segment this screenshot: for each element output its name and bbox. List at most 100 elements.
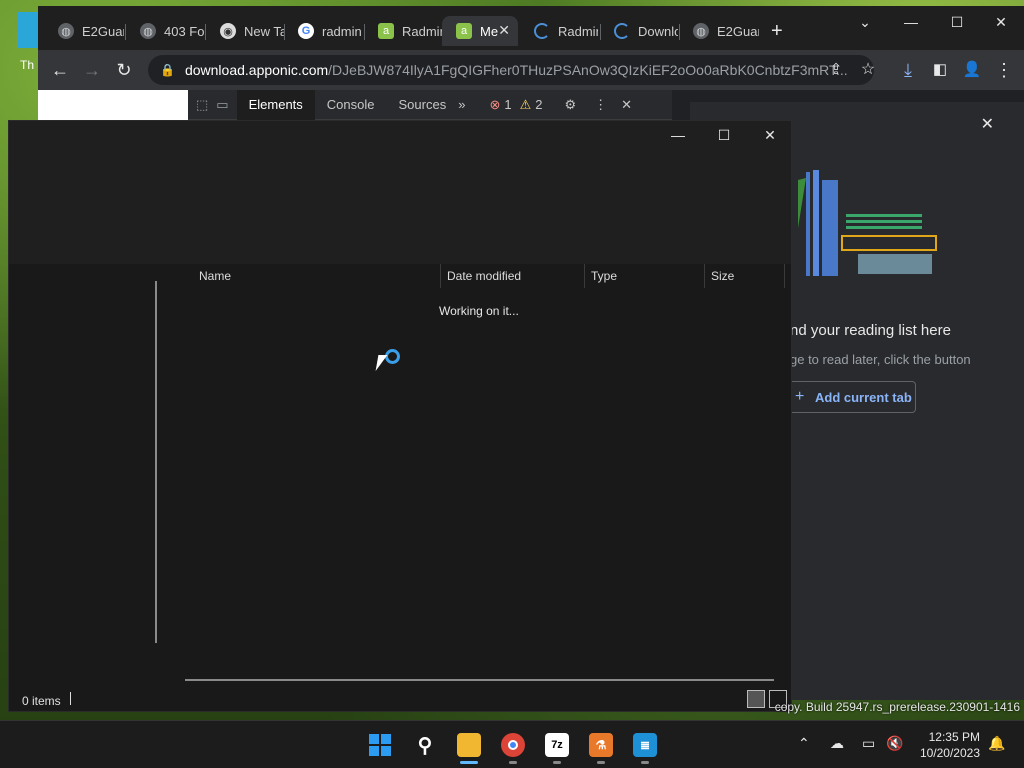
tab-label: E2Guar <box>717 23 759 39</box>
new-tab-button[interactable]: + <box>771 20 783 43</box>
column-size[interactable]: Size <box>711 269 734 283</box>
active-app-indicator <box>460 761 478 764</box>
clock[interactable]: 12:35 PM 10/20/2023 <box>920 729 980 761</box>
tab-7[interactable]: Radmin <box>520 16 598 46</box>
tab-search-chevron-icon[interactable]: ⌄ <box>842 14 888 31</box>
column-divider[interactable] <box>440 264 441 288</box>
navigation-pane[interactable] <box>9 264 167 686</box>
tab-2[interactable]: ◍ 403 For <box>126 16 204 46</box>
details-view-icon[interactable] <box>747 690 765 708</box>
file-explorer-icon[interactable] <box>457 733 481 757</box>
add-current-tab-button[interactable]: + Add current tab <box>780 381 916 413</box>
tab-1[interactable]: ◍ E2Guar <box>44 16 124 46</box>
tab-6-active[interactable]: a Me ✕ <box>442 16 518 46</box>
error-count[interactable]: 1 <box>504 97 511 112</box>
volume-muted-icon[interactable]: 🔇 <box>886 735 903 752</box>
search-icon[interactable]: ⚲ <box>413 733 437 757</box>
more-tabs-icon[interactable]: » <box>458 97 489 112</box>
column-name[interactable]: Name <box>199 269 231 283</box>
profile-icon[interactable]: 👤 <box>960 58 984 82</box>
status-bar: 0 items <box>9 686 791 711</box>
url-path: /DJeBJW874IlyA1FgQIGFher0THuzPSAnOw3QIzK… <box>328 62 848 78</box>
column-type[interactable]: Type <box>591 269 617 283</box>
desktop-icon[interactable] <box>18 12 38 48</box>
apponic-icon: a <box>456 23 472 39</box>
device-toggle-icon[interactable]: ▭ <box>216 97 236 113</box>
bookmark-star-icon[interactable]: ☆ <box>856 58 880 82</box>
add-current-tab-label: Add current tab <box>815 389 912 405</box>
tab-3[interactable]: ◉ New Ta <box>206 16 284 46</box>
running-app-indicator <box>597 761 605 764</box>
browser-toolbar: ← → ↻ 🔒 download.apponic.com /DJeBJW874I… <box>38 50 1024 90</box>
notification-bell-icon[interactable]: 🔔 <box>988 735 1005 752</box>
taskbar: ⚲ 7z ⚗ ≣ ⌃ ☁ ▭ 🔇 12:35 PM 10/20/2023 🔔 <box>0 720 1024 768</box>
tab-elements[interactable]: Elements <box>236 89 315 120</box>
tab-label: Downlo <box>638 23 678 39</box>
chrome-icon: ◉ <box>220 23 236 39</box>
tab-label: Me <box>480 23 499 39</box>
download-icon[interactable]: ⤓ <box>896 58 920 82</box>
column-date-modified[interactable]: Date modified <box>447 269 521 283</box>
minimize-button[interactable]: — <box>888 14 934 30</box>
show-hidden-icons-chevron-icon[interactable]: ⌃ <box>798 735 810 752</box>
url-host: download.apponic.com <box>184 62 329 78</box>
tab-label: Radmir <box>402 23 442 39</box>
tab-5[interactable]: a Radmir <box>364 16 442 46</box>
nav-pane-scrollbar[interactable] <box>155 281 157 643</box>
file-dialog: — ☐ ✕ Name Date modified Type Size Worki… <box>8 120 792 712</box>
dialog-close-button[interactable]: ✕ <box>747 127 793 144</box>
tab-console[interactable]: Console <box>315 90 387 120</box>
settings-gear-icon[interactable]: ⚙ <box>564 97 576 113</box>
forward-arrow-icon[interactable]: → <box>80 58 104 82</box>
tab-label: E2Guar <box>82 23 124 39</box>
devtools-menu-icon[interactable]: ⋮ <box>594 97 607 113</box>
dialog-maximize-button[interactable]: ☐ <box>701 127 747 144</box>
running-app-indicator <box>641 761 649 764</box>
globe-icon: ◍ <box>693 23 709 39</box>
flask-app-icon[interactable]: ⚗ <box>589 733 613 757</box>
horizontal-scrollbar[interactable] <box>185 679 774 681</box>
tab-strip: ◍ E2Guar ◍ 403 For ◉ New Ta G radmin a R… <box>38 6 1024 50</box>
warning-count[interactable]: 2 <box>535 97 542 112</box>
network-icon[interactable]: ▭ <box>862 735 875 752</box>
busy-spinner-icon <box>385 349 400 364</box>
desktop-icon-label: Th <box>20 58 35 72</box>
notepad-icon[interactable]: ≣ <box>633 733 657 757</box>
chrome-taskbar-icon[interactable] <box>501 733 525 757</box>
apponic-icon: a <box>378 23 394 39</box>
column-divider[interactable] <box>704 264 705 288</box>
dialog-minimize-button[interactable]: — <box>655 127 701 143</box>
tab-8[interactable]: Downlo <box>600 16 678 46</box>
share-icon[interactable]: ⇪ <box>824 58 848 82</box>
reload-icon[interactable]: ↻ <box>112 58 136 82</box>
inspect-element-icon[interactable]: ⬚ <box>188 97 216 113</box>
devtools-close-icon[interactable]: ✕ <box>621 97 632 113</box>
running-app-indicator <box>509 761 517 764</box>
page-content <box>38 90 188 122</box>
maximize-button[interactable]: ☐ <box>934 14 980 31</box>
column-divider[interactable] <box>584 264 585 288</box>
devtools-tabbar: ⬚ ▭ Elements Console Sources » ⊗ 1 ⚠ 2 ⚙… <box>188 89 672 120</box>
tab-label: radmin <box>322 23 362 39</box>
mouse-cursor-icon <box>375 355 388 371</box>
warning-icon: ⚠ <box>519 96 532 112</box>
tab-4[interactable]: G radmin <box>284 16 364 46</box>
tab-9[interactable]: ◍ E2Guar <box>679 16 759 46</box>
column-divider[interactable] <box>784 264 785 288</box>
running-app-indicator <box>553 761 561 764</box>
loading-icon <box>614 23 630 39</box>
lock-icon: 🔒 <box>160 63 175 77</box>
7zip-icon[interactable]: 7z <box>545 733 569 757</box>
onedrive-icon[interactable]: ☁ <box>830 735 844 752</box>
tab-sources[interactable]: Sources <box>387 90 459 120</box>
close-window-button[interactable]: ✕ <box>978 14 1024 31</box>
address-bar[interactable]: 🔒 download.apponic.com /DJeBJW874IlyA1Fg… <box>148 55 874 85</box>
reading-list-subtext: ge to read later, click the button <box>790 352 971 367</box>
close-panel-icon[interactable]: ✕ <box>981 114 994 134</box>
side-panel-icon[interactable]: ◧ <box>928 58 952 82</box>
dialog-header: — ☐ ✕ <box>9 121 791 264</box>
menu-kebab-icon[interactable]: ⋮ <box>992 58 1016 82</box>
close-tab-icon[interactable]: ✕ <box>498 22 510 39</box>
back-arrow-icon[interactable]: ← <box>48 58 72 82</box>
start-windows-icon[interactable] <box>368 733 392 757</box>
